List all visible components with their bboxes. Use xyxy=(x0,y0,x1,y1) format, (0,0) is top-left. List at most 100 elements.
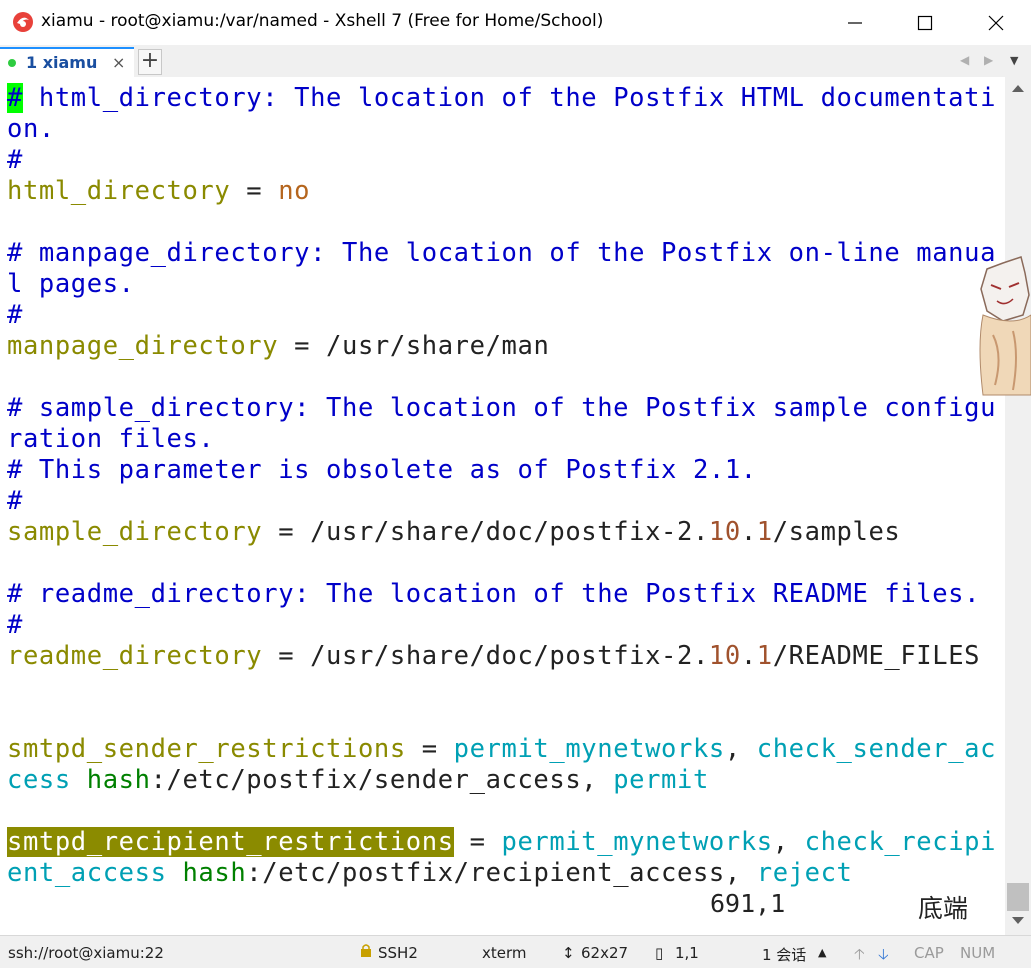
arrow-up-icon[interactable]: 🡡 xyxy=(854,944,865,969)
window-title: xiamu - root@xiamu:/var/named - Xshell 7… xyxy=(41,11,604,31)
sessions-dropdown-icon[interactable]: ▲ xyxy=(818,946,826,959)
terminal-text-segment: /README_FILES xyxy=(772,641,981,671)
scroll-down-icon[interactable] xyxy=(1012,917,1024,924)
terminal-text-segment: # sample_directory: The location of the … xyxy=(7,393,997,423)
cursor-position-icon: ▯ xyxy=(655,944,664,962)
terminal-text-segment: smtpd_recipient_restrictions xyxy=(7,827,454,857)
status-cap: CAP xyxy=(914,944,944,962)
terminal-line: l pages. xyxy=(7,269,135,300)
terminal-text-segment: # xyxy=(7,145,23,175)
terminal-output[interactable]: ent_access hash:/etc/postfix/recipient_a… xyxy=(0,77,1005,935)
resize-icon: ↕ xyxy=(562,944,575,962)
terminal-line: cess hash:/etc/postfix/sender_access, pe… xyxy=(7,765,709,796)
terminal-text-segment: , xyxy=(724,734,757,764)
terminal-line: # xyxy=(7,486,23,517)
scroll-thumb[interactable] xyxy=(1007,883,1029,911)
terminal-text-segment: permit_mynetworks xyxy=(501,827,773,857)
terminal-text-segment: permit xyxy=(613,765,709,795)
minimize-button[interactable] xyxy=(820,0,890,45)
terminal-line: sample_directory = /usr/share/doc/postfi… xyxy=(7,517,900,548)
terminal-text-segment: = xyxy=(230,176,279,206)
terminal-text-segment: 10 xyxy=(708,517,741,547)
minimize-icon xyxy=(848,21,862,24)
terminal-text-segment: = /usr/share/doc/postfix-2. xyxy=(262,517,709,547)
terminal-text-segment: manpage_directory xyxy=(7,331,279,361)
scroll-up-icon[interactable] xyxy=(1012,85,1024,92)
terminal-text-segment: html_directory xyxy=(7,176,231,206)
terminal-text-segment: smtpd_sender_restrictions xyxy=(7,734,406,764)
terminal-text-segment: . xyxy=(740,517,757,547)
terminal-text-segment: ent_access xyxy=(7,858,167,888)
terminal-text-segment: # This parameter is obsolete as of Postf… xyxy=(7,455,757,485)
terminal-text-segment: reject xyxy=(756,858,853,888)
terminal-line: # manpage_directory: The location of the… xyxy=(7,238,996,269)
terminal-line: # xyxy=(7,610,23,641)
terminal-text-segment: permit_mynetworks xyxy=(453,734,725,764)
new-tab-button[interactable]: + xyxy=(138,49,162,75)
terminal-text-segment: # manpage_directory: The location of the… xyxy=(7,238,997,268)
mascot-icon xyxy=(979,256,1031,396)
lock-icon xyxy=(360,943,372,961)
connected-status-icon xyxy=(8,59,16,67)
terminal-text-segment: # readme_directory: The location of the … xyxy=(7,579,981,609)
terminal-text-segment: hash xyxy=(182,858,247,888)
terminal-text-segment: :/etc/postfix/recipient_access, xyxy=(246,858,757,888)
terminal-text-segment: # xyxy=(7,83,23,113)
terminal-line: ent_access hash:/etc/postfix/recipient_a… xyxy=(7,858,853,889)
terminal-text-segment: html_directory: The location of the Post… xyxy=(22,83,997,113)
terminal-text-segment: :/etc/postfix/sender_access, xyxy=(150,765,614,795)
tab-xiamu[interactable]: 1 xiamu × xyxy=(0,47,134,77)
arrow-down-icon[interactable]: 🡣 xyxy=(878,944,889,969)
terminal-text-segment: # xyxy=(7,610,23,640)
terminal-text-segment: no xyxy=(278,176,311,206)
status-protocol: SSH2 xyxy=(378,944,418,962)
terminal-text-segment: check_recipi xyxy=(804,827,997,857)
terminal-text-segment: sample_directory xyxy=(7,517,263,547)
terminal-line: smtpd_recipient_restrictions = permit_my… xyxy=(7,827,996,858)
terminal-text-segment: 1 xyxy=(756,517,773,547)
xshell-logo-icon xyxy=(13,12,33,32)
terminal-text-segment: readme_directory xyxy=(7,641,263,671)
status-num: NUM xyxy=(960,944,996,962)
terminal-text-segment: /samples xyxy=(772,517,901,547)
terminal-text-segment: . xyxy=(740,641,757,671)
terminal-text-segment: 1 xyxy=(756,641,773,671)
terminal-text-segment: # xyxy=(7,486,23,516)
title-bar: xiamu - root@xiamu:/var/named - Xshell 7… xyxy=(0,0,1031,45)
close-button[interactable] xyxy=(961,0,1031,45)
terminal-line: html_directory = no xyxy=(7,176,310,207)
tab-menu-icon[interactable]: ▼ xyxy=(1010,54,1018,67)
terminal-text-segment: on. xyxy=(7,114,55,144)
maximize-icon xyxy=(917,15,933,30)
terminal-text-segment: , xyxy=(772,827,805,857)
terminal-text-segment: l pages. xyxy=(7,269,135,299)
terminal-text-segment: = /usr/share/man xyxy=(278,331,550,361)
vertical-scrollbar[interactable] xyxy=(1005,77,1031,935)
terminal-line: ration files. xyxy=(7,424,214,455)
terminal-line: smtpd_sender_restrictions = permit_mynet… xyxy=(7,734,996,765)
terminal-text-segment: hash xyxy=(86,765,151,795)
status-size: 62x27 xyxy=(581,944,629,962)
terminal-text-segment: check_sender_ac xyxy=(756,734,997,764)
vim-cursor-position: 691,1 xyxy=(710,889,786,918)
maximize-button[interactable] xyxy=(890,0,960,45)
tab-scroll-right-icon[interactable]: ▶ xyxy=(984,53,993,67)
status-position: 1,1 xyxy=(675,944,699,962)
terminal-line: # sample_directory: The location of the … xyxy=(7,393,996,424)
status-sessions[interactable]: 1 会话 xyxy=(762,944,806,965)
terminal-line: manpage_directory = /usr/share/man xyxy=(7,331,549,362)
terminal-line: # xyxy=(7,145,23,176)
tab-label: 1 xiamu xyxy=(26,53,98,72)
status-bar: ssh://root@xiamu:22 SSH2 xterm ↕ 62x27 ▯… xyxy=(0,935,1031,968)
close-icon xyxy=(988,15,1004,30)
terminal-line: # This parameter is obsolete as of Postf… xyxy=(7,455,757,486)
terminal-text-segment: # xyxy=(7,300,23,330)
vim-scroll-indicator: 底端 xyxy=(918,894,969,923)
terminal-text-segment: ration files. xyxy=(7,424,215,454)
tab-scroll-left-icon[interactable]: ◀ xyxy=(960,53,969,67)
tab-bar: 1 xiamu × + ◀ ▶ ▼ xyxy=(0,45,1031,78)
terminal-line: on. xyxy=(7,114,55,145)
tab-close-icon[interactable]: × xyxy=(112,53,125,72)
